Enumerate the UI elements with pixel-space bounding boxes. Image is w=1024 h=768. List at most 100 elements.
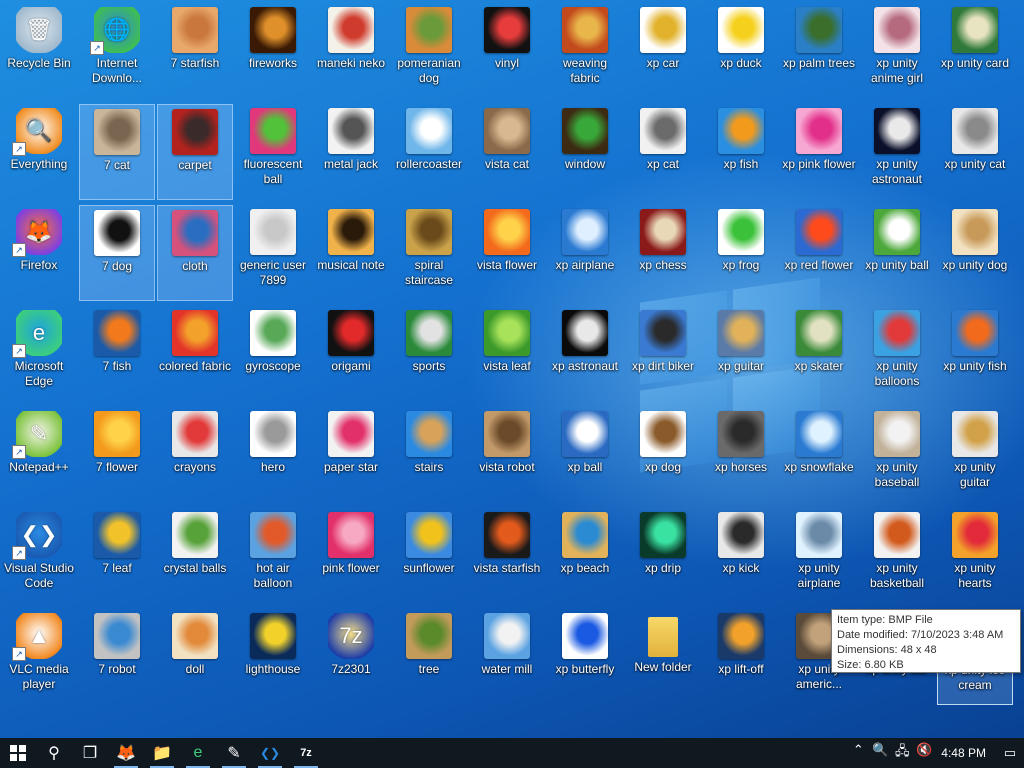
firefox-taskbar-icon[interactable]: 🦊 [108,738,144,768]
desktop-icon[interactable]: 🌐 ↗ Internet Downlo... [79,3,155,99]
desktop-icon[interactable]: generic user 7899 [235,205,311,301]
desktop-icon[interactable]: weaving fabric [547,3,623,99]
desktop-icon[interactable]: xp unity ball [859,205,935,301]
desktop-icon[interactable]: colored fabric [157,306,233,402]
desktop-icon[interactable]: 7 leaf [79,508,155,604]
desktop-icon[interactable]: vista cat [469,104,545,200]
desktop-icon[interactable]: origami [313,306,389,402]
desktop-icon[interactable]: rollercoaster [391,104,467,200]
desktop-icon[interactable]: xp unity guitar [937,407,1013,503]
desktop-icon[interactable]: crayons [157,407,233,503]
notification-icon[interactable]: ▭ [996,745,1024,761]
desktop-icon[interactable]: xp unity fish [937,306,1013,402]
desktop-icon[interactable]: xp ball [547,407,623,503]
desktop-icon[interactable]: xp lift-off [703,609,779,705]
desktop-icon[interactable]: vista robot [469,407,545,503]
desktop-icon[interactable]: xp car [625,3,701,99]
desktop-icon[interactable]: pomeranian dog [391,3,467,99]
desktop-icon[interactable]: xp unity dog [937,205,1013,301]
desktop-icon[interactable]: fireworks [235,3,311,99]
desktop-icon[interactable]: maneki neko [313,3,389,99]
desktop-icon[interactable]: xp beach [547,508,623,604]
desktop-icon[interactable]: New folder [625,609,701,705]
desktop-icon[interactable]: tree [391,609,467,705]
desktop-icon[interactable]: xp cat [625,104,701,200]
desktop-icon[interactable]: ▲ ↗ VLC media player [1,609,77,705]
desktop-icon[interactable]: vista leaf [469,306,545,402]
desktop-icon[interactable]: window [547,104,623,200]
desktop-icon[interactable]: 🗑 Recycle Bin [1,3,77,99]
vscode-taskbar-icon[interactable]: ❮❯ [252,738,288,768]
taskbar-clock[interactable]: 4:48 PM [935,746,996,760]
desktop-icon[interactable]: xp chess [625,205,701,301]
desktop-icon[interactable]: xp drip [625,508,701,604]
desktop-icon[interactable]: xp horses [703,407,779,503]
desktop-icon[interactable]: vista flower [469,205,545,301]
desktop-icon[interactable]: lighthouse [235,609,311,705]
desktop-icon[interactable]: spiral staircase [391,205,467,301]
desktop-icon[interactable]: cloth [157,205,233,301]
desktop-icon[interactable]: sports [391,306,467,402]
desktop-icon[interactable]: gyroscope [235,306,311,402]
desktop-icon[interactable]: hot air balloon [235,508,311,604]
desktop-icon[interactable]: hero [235,407,311,503]
desktop-icon[interactable]: xp unity astronaut [859,104,935,200]
desktop-icon[interactable]: xp astronaut [547,306,623,402]
desktop-icon[interactable]: vista starfish [469,508,545,604]
desktop-icon[interactable]: 🦊 ↗ Firefox [1,205,77,301]
desktop-icon[interactable]: xp duck [703,3,779,99]
desktop-icon[interactable]: xp pink flower [781,104,857,200]
desktop-icon[interactable]: xp red flower [781,205,857,301]
desktop-icon[interactable]: pink flower [313,508,389,604]
desktop-icon[interactable]: xp unity cat [937,104,1013,200]
desktop-icon[interactable]: sunflower [391,508,467,604]
desktop-icon[interactable]: musical note [313,205,389,301]
task-view-icon[interactable]: ❐ [72,738,108,768]
everything-tray-icon[interactable]: 🔍 [869,742,891,764]
desktop-icon[interactable]: paper star [313,407,389,503]
desktop-icon[interactable]: ❮❯ ↗ Visual Studio Code [1,508,77,604]
desktop-icon[interactable]: 7 dog [79,205,155,301]
desktop-icon[interactable]: vinyl [469,3,545,99]
desktop-icon[interactable]: xp unity airplane [781,508,857,604]
desktop-icon[interactable]: water mill [469,609,545,705]
desktop-icon[interactable]: xp unity card [937,3,1013,99]
desktop-icon[interactable]: 7 starfish [157,3,233,99]
desktop-icon[interactable]: 7 robot [79,609,155,705]
desktop-icon[interactable]: xp butterfly [547,609,623,705]
desktop-icon[interactable]: e ↗ Microsoft Edge [1,306,77,402]
desktop-icon[interactable]: stairs [391,407,467,503]
desktop-icon[interactable]: 7 fish [79,306,155,402]
desktop-icon[interactable]: fluorescent ball [235,104,311,200]
desktop-icon[interactable]: xp frog [703,205,779,301]
desktop-icon[interactable]: crystal balls [157,508,233,604]
desktop-icon[interactable]: xp unity hearts [937,508,1013,604]
volume-muted-icon[interactable]: 🔇 [913,742,935,764]
search-icon[interactable]: ⚲ [36,738,72,768]
file-explorer-icon[interactable]: 📁 [144,738,180,768]
desktop-icon[interactable]: xp guitar [703,306,779,402]
desktop-icon[interactable]: xp fish [703,104,779,200]
desktop-icon[interactable]: xp skater [781,306,857,402]
desktop-icon[interactable]: xp palm trees [781,3,857,99]
desktop-icon[interactable]: xp dirt biker [625,306,701,402]
show-hidden-icons-chevron[interactable]: ⌃ [847,742,869,764]
windows-start-button[interactable] [0,738,36,768]
desktop-icon[interactable]: 7z 7z2301 [313,609,389,705]
desktop-icon[interactable]: 7 cat [79,104,155,200]
desktop-icon[interactable]: xp dog [625,407,701,503]
desktop-icon[interactable]: metal jack [313,104,389,200]
notepadpp-taskbar-icon[interactable]: ✎ [216,738,252,768]
desktop-icon[interactable]: 🔍 ↗ Everything [1,104,77,200]
desktop-icon[interactable]: ✎ ↗ Notepad++ [1,407,77,503]
desktop-icon[interactable]: xp airplane [547,205,623,301]
7zip-taskbar-icon[interactable]: 7z [288,738,324,768]
desktop-icon[interactable]: carpet [157,104,233,200]
desktop-icon[interactable]: doll [157,609,233,705]
edge-taskbar-icon[interactable]: e [180,738,216,768]
desktop-icon[interactable]: xp kick [703,508,779,604]
desktop-icon[interactable]: xp snowflake [781,407,857,503]
desktop-icon[interactable]: xp unity balloons [859,306,935,402]
desktop-icon[interactable]: 7 flower [79,407,155,503]
desktop-icon[interactable]: xp unity baseball [859,407,935,503]
